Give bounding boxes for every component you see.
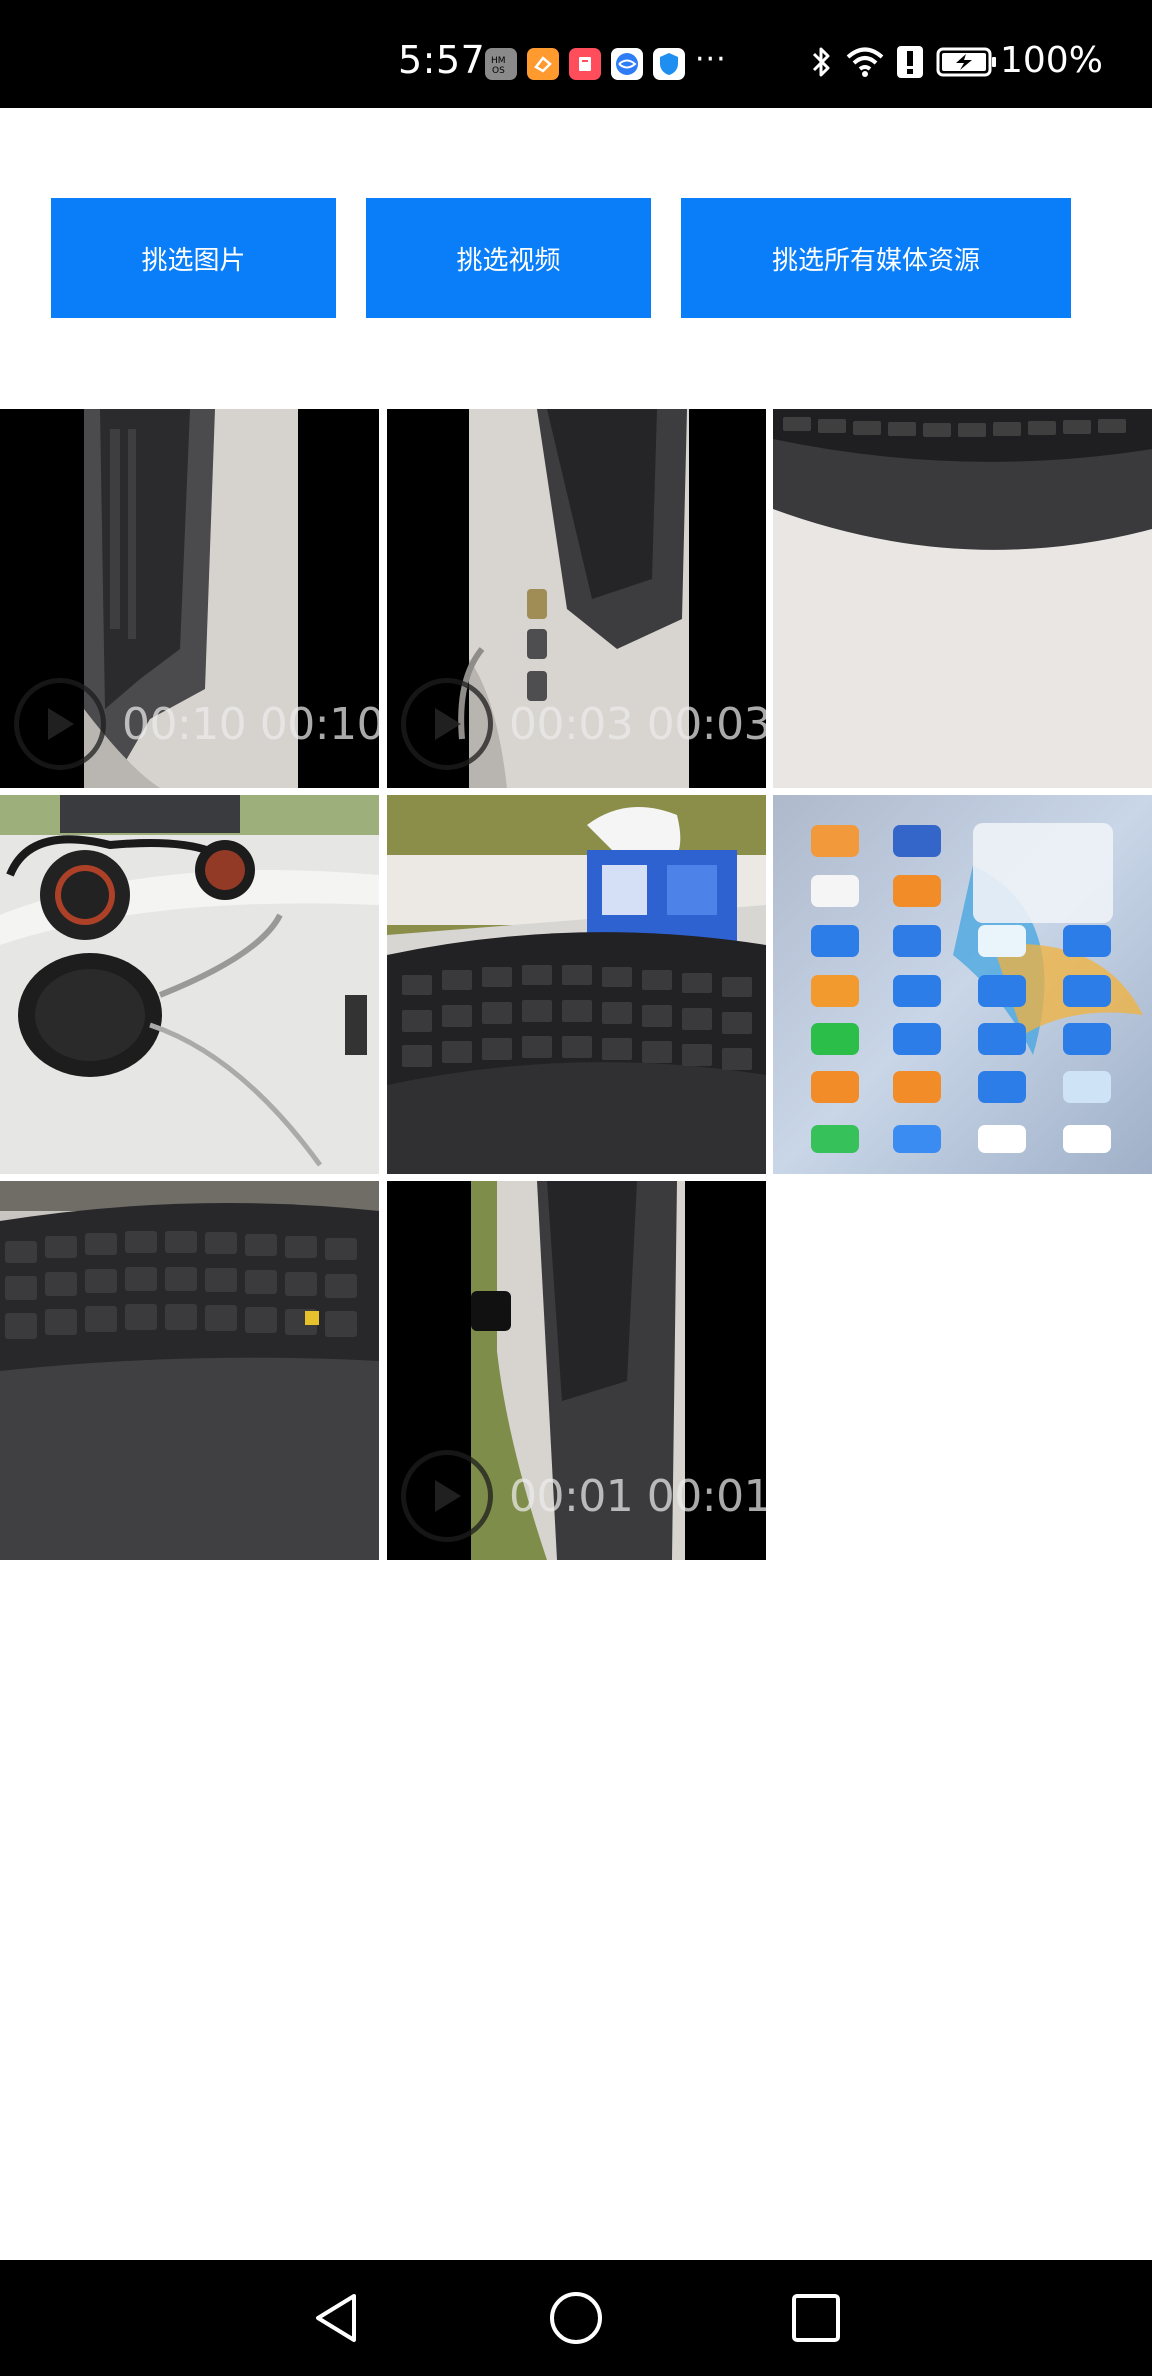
media-tile-image[interactable] [773,795,1152,1174]
hmos-icon: HM OS [485,48,517,80]
video-duration: 00:10 00:10 [122,698,379,750]
status-bar: 5:57 HM OS ··· 100% [0,0,1152,108]
media-tile-video[interactable]: 00:01 00:01 [387,1181,766,1560]
media-tile-image[interactable] [0,1181,379,1560]
bluetooth-icon [808,44,834,84]
pick-images-button[interactable]: 挑选图片 [51,198,336,318]
recents-icon[interactable] [784,2286,848,2350]
media-tile-video[interactable]: 00:10 00:10 [0,409,379,788]
notification-icons: HM OS [485,48,685,80]
media-tile-image[interactable] [0,795,379,1174]
keyboard-closeup-thumbnail [0,1181,379,1560]
video-duration: 00:03 00:03 [509,698,766,750]
play-icon [401,678,493,770]
battery-percent: 100% [1000,40,1103,81]
video-overlay: 00:03 00:03 [401,678,766,770]
keyboard-tissue-thumbnail [387,795,766,1174]
wifi-icon [846,46,884,82]
system-icons [808,44,998,84]
media-tile-image[interactable] [773,409,1152,788]
video-duration: 00:01 00:01 [509,1470,766,1522]
home-icon[interactable] [544,2286,608,2350]
pick-videos-button[interactable]: 挑选视频 [366,198,651,318]
browser-icon [611,48,643,80]
orange-app-icon [527,48,559,80]
svg-text:OS: OS [492,66,505,75]
back-icon[interactable] [304,2286,368,2350]
alert-icon [896,45,924,83]
play-icon [14,678,106,770]
navigation-bar [0,2260,1152,2376]
svg-text:HM: HM [491,56,506,66]
security-icon [653,48,685,80]
keyboard-edge-thumbnail [773,409,1152,788]
headset-thumbnail [0,795,379,1174]
play-icon [401,1450,493,1542]
video-overlay: 00:01 00:01 [401,1450,766,1542]
phone-home-screen-thumbnail [773,795,1152,1174]
media-tile-image[interactable] [387,795,766,1174]
video-overlay: 00:10 00:10 [14,678,379,770]
battery-charging-icon [936,46,998,82]
status-time: 5:57 [398,38,486,82]
notification-overflow: ··· [695,42,727,77]
red-app-icon [569,48,601,80]
media-tile-video[interactable]: 00:03 00:03 [387,409,766,788]
pick-all-media-button[interactable]: 挑选所有媒体资源 [681,198,1071,318]
